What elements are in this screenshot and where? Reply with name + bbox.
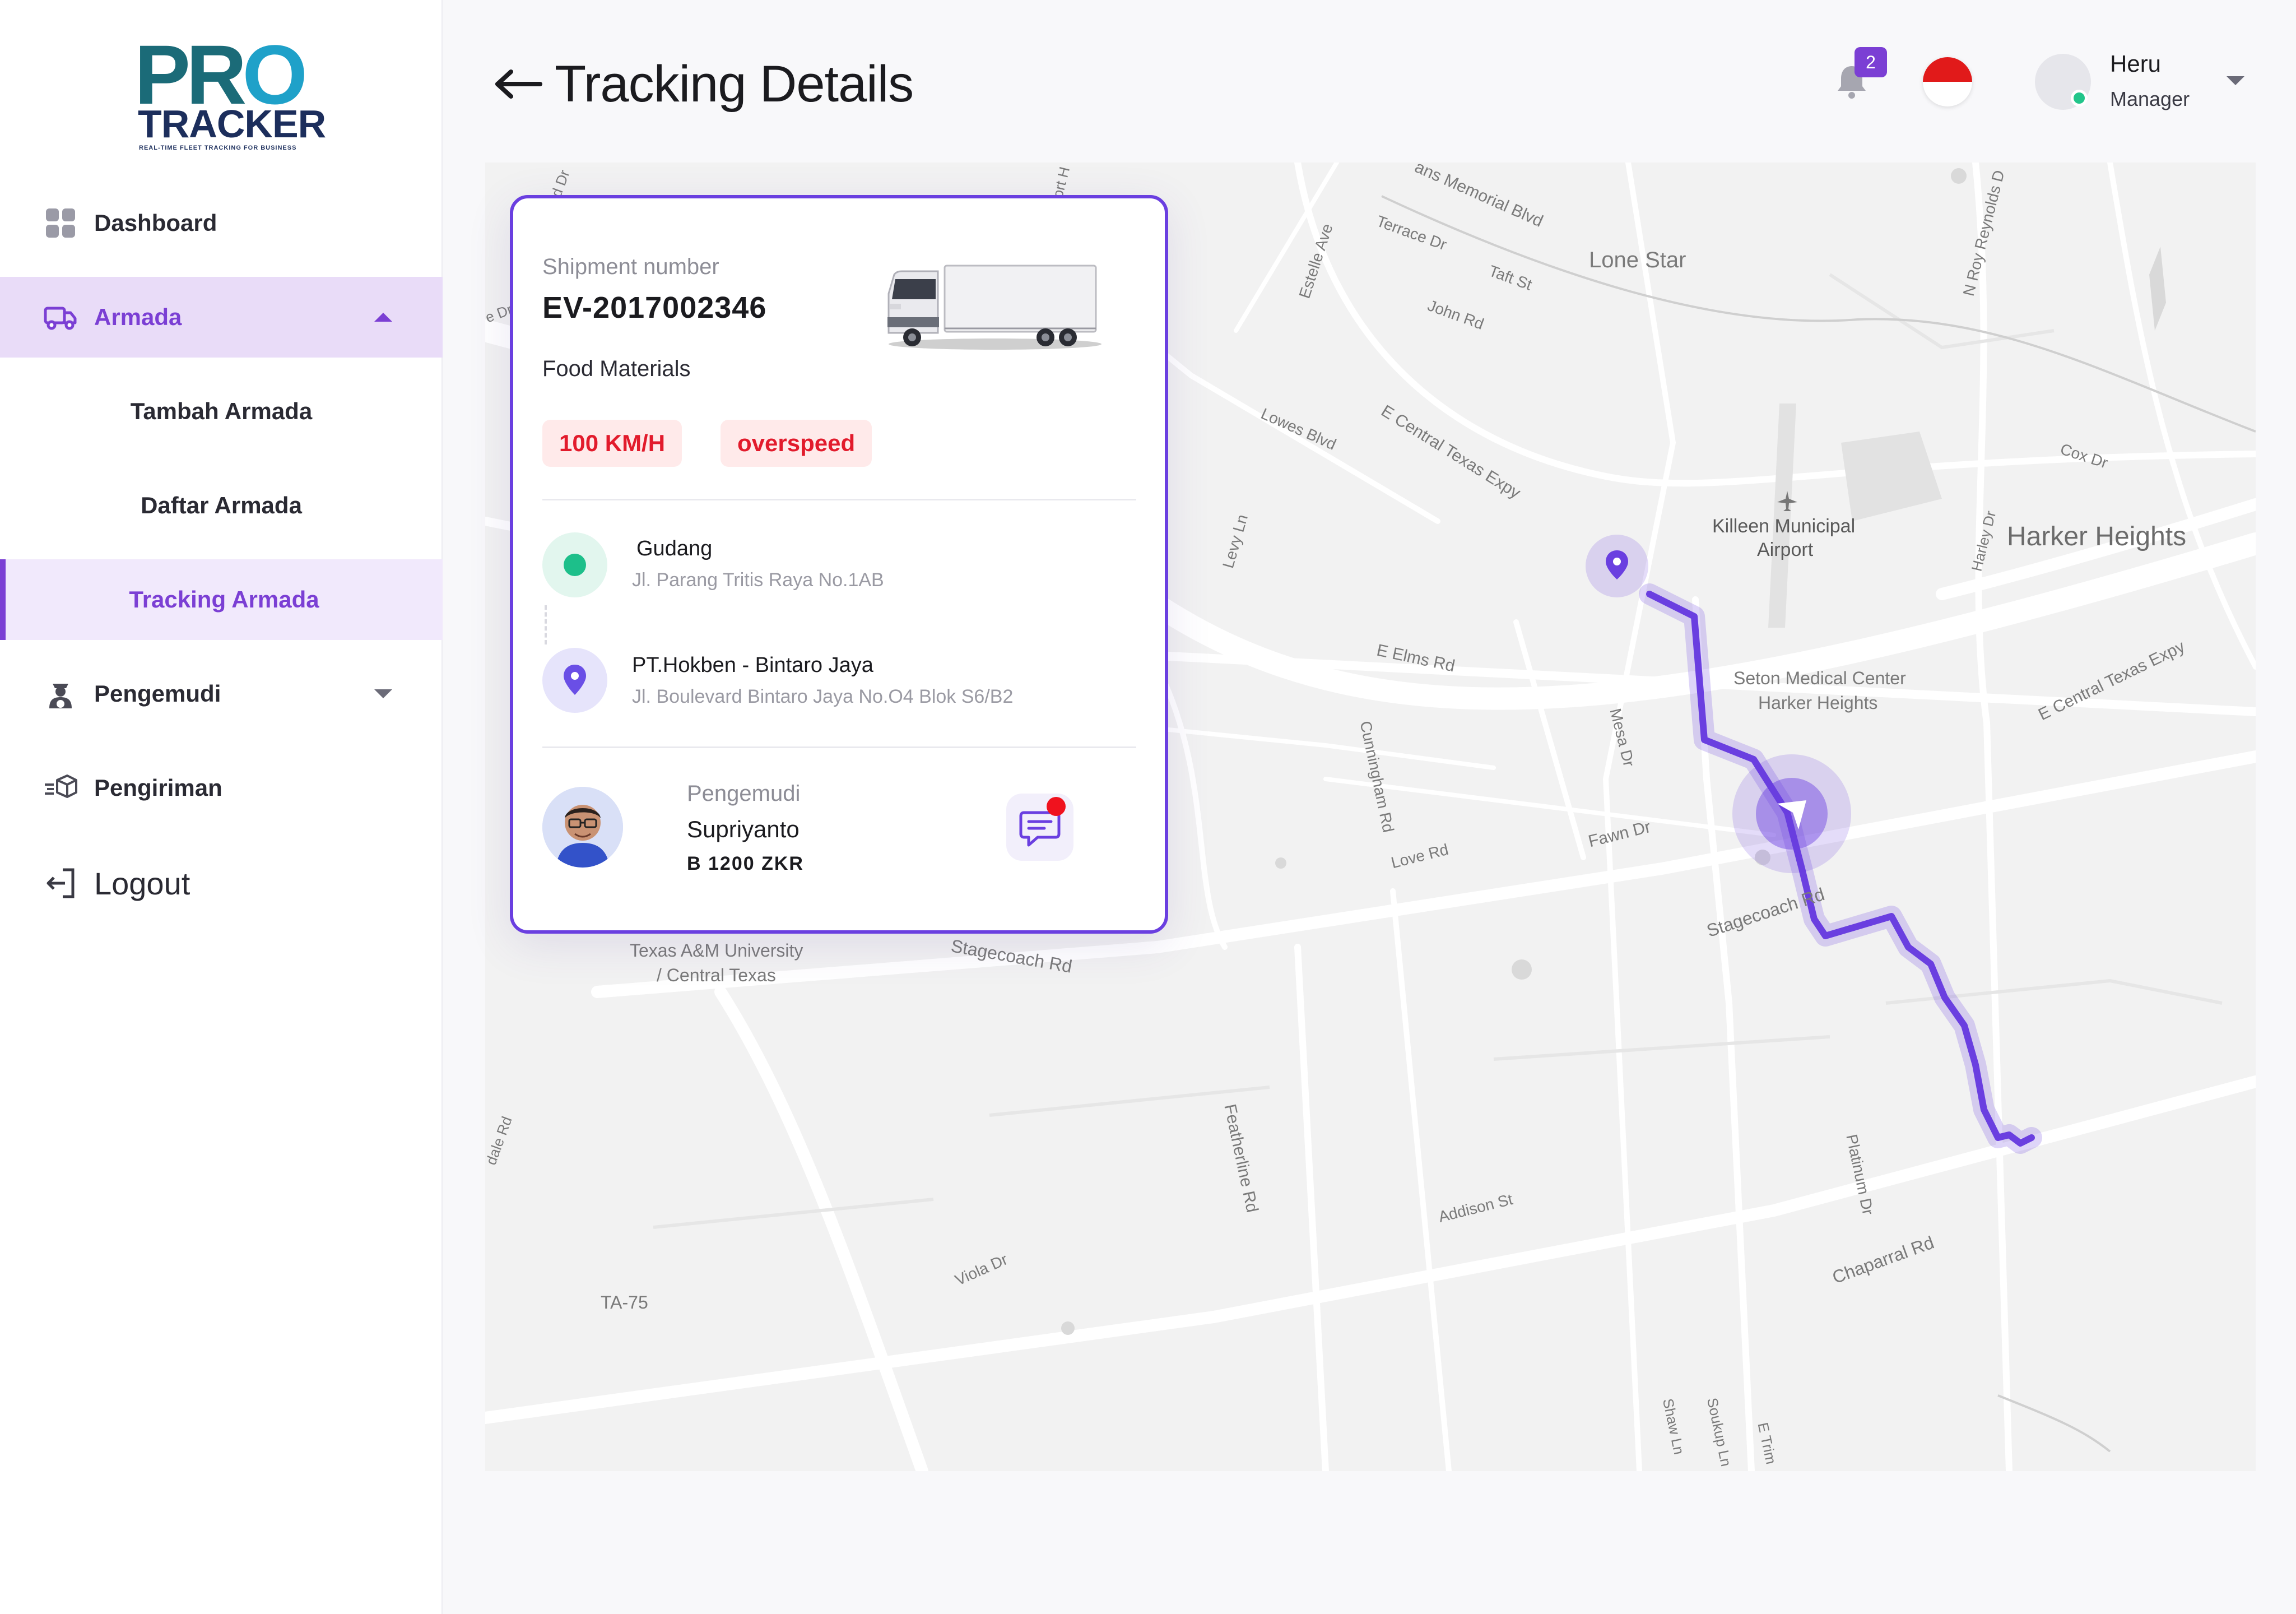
- notification-badge[interactable]: 2: [1855, 47, 1887, 77]
- chevron-down-icon[interactable]: [374, 689, 392, 698]
- logo-tracker-text: TRACKER: [138, 102, 326, 146]
- shipment-number-label: Shipment number: [542, 254, 719, 279]
- sidebar-item-label: Pengemudi: [94, 680, 221, 707]
- map-label: Harker Heights: [1758, 693, 1878, 713]
- user-name[interactable]: Heru: [2110, 50, 2161, 77]
- destination-marker: [542, 648, 607, 713]
- indonesia-flag-icon[interactable]: [1923, 57, 1972, 106]
- driver-icon: [49, 684, 72, 708]
- map-label: Airport: [1757, 539, 1814, 560]
- truck-icon: [44, 307, 77, 330]
- page-title: Tracking Details: [555, 55, 914, 113]
- origin-dot: [564, 554, 586, 576]
- map-label: Harker Heights: [2007, 522, 2187, 551]
- destination-name: PT.Hokben - Bintaro Jaya: [632, 653, 873, 677]
- driver-name: Supriyanto: [687, 816, 800, 842]
- logout-icon: [47, 868, 75, 898]
- divider: [542, 499, 1136, 500]
- cargo-type: Food Materials: [542, 356, 691, 381]
- map-label: Seton Medical Center: [1733, 668, 1906, 688]
- sidebar-item-label: Pengiriman: [94, 774, 222, 801]
- sidebar-item-pengiriman[interactable]: Pengiriman: [0, 748, 443, 828]
- pro-tracker-logo[interactable]: PRO TRACKER REAL-TIME FLEET TRACKING FOR…: [134, 33, 326, 151]
- driver-photo-image: [542, 787, 623, 868]
- sidebar-item-pengemudi[interactable]: Pengemudi: [0, 653, 443, 734]
- vehicle-plate: B 1200 ZKR: [687, 853, 804, 874]
- sidebar-item-label: Dashboard: [94, 210, 217, 236]
- divider: [542, 746, 1136, 748]
- sidebar-subitem-label: Tracking Armada: [129, 586, 319, 613]
- origin-address: Jl. Parang Tritis Raya No.1AB: [632, 569, 884, 591]
- map-label: Texas A&M University: [630, 940, 803, 961]
- status-badge: overspeed: [721, 420, 872, 467]
- map-label: Killeen Municipal: [1712, 516, 1856, 537]
- sidebar-subitem-tambah-armada[interactable]: Tambah Armada: [0, 371, 443, 452]
- map-label: TA-75: [601, 1292, 648, 1312]
- shipment-detail-card: Shipment number EV-2017002346 Food Mater…: [510, 195, 1168, 934]
- arrow-left-icon[interactable]: [493, 67, 543, 101]
- map-label: / Central Texas: [657, 965, 776, 985]
- sidebar-item-label: Armada: [94, 304, 182, 330]
- page-header: Tracking Details: [493, 50, 914, 118]
- driver-label: Pengemudi: [687, 781, 801, 806]
- location-pin-icon: [564, 665, 586, 695]
- chat-button[interactable]: [1006, 794, 1073, 861]
- vehicle-position-marker-icon[interactable]: [1731, 753, 1852, 874]
- origin-name: Gudang: [636, 537, 713, 560]
- flag-red-half: [1923, 57, 1972, 82]
- unread-indicator: [1047, 797, 1066, 816]
- speed-badge: 100 KM/H: [542, 420, 682, 467]
- sidebar-item-dashboard[interactable]: Dashboard: [0, 183, 443, 263]
- shipping-box-icon: [45, 774, 77, 798]
- destination-address: Jl. Boulevard Bintaro Jaya No.O4 Blok S6…: [632, 686, 1014, 707]
- sidebar-item-armada[interactable]: Armada: [0, 277, 443, 358]
- shipment-number: EV-2017002346: [542, 291, 767, 324]
- sidebar-subitem-label: Tambah Armada: [130, 398, 313, 424]
- online-status-dot: [2071, 90, 2088, 106]
- truck-image: [887, 265, 1101, 350]
- chevron-down-icon[interactable]: [2227, 76, 2244, 85]
- logo-tagline: REAL-TIME FLEET TRACKING FOR BUSINESS: [139, 145, 297, 151]
- map-label: Lone Star: [1589, 248, 1686, 272]
- sidebar-subitem-daftar-armada[interactable]: Daftar Armada: [0, 465, 443, 546]
- route-start-pin-icon[interactable]: [1583, 532, 1651, 600]
- sidebar-item-logout[interactable]: Logout: [0, 843, 443, 924]
- user-role: Manager: [2110, 87, 2190, 110]
- sidebar-subitem-tracking-armada[interactable]: Tracking Armada: [0, 559, 443, 640]
- origin-marker: [542, 532, 607, 597]
- dashboard-grid-icon: [46, 208, 75, 238]
- sidebar-subitem-label: Daftar Armada: [141, 492, 302, 518]
- airport-icon: [1777, 491, 1797, 511]
- route-connector: [545, 605, 547, 644]
- app-root: PRO TRACKER REAL-TIME FLEET TRACKING FOR…: [0, 0, 2296, 1614]
- chevron-up-icon[interactable]: [374, 313, 392, 322]
- sidebar-item-label: Logout: [94, 865, 190, 901]
- sidebar: PRO TRACKER REAL-TIME FLEET TRACKING FOR…: [0, 0, 443, 1614]
- driver-avatar[interactable]: [542, 787, 623, 868]
